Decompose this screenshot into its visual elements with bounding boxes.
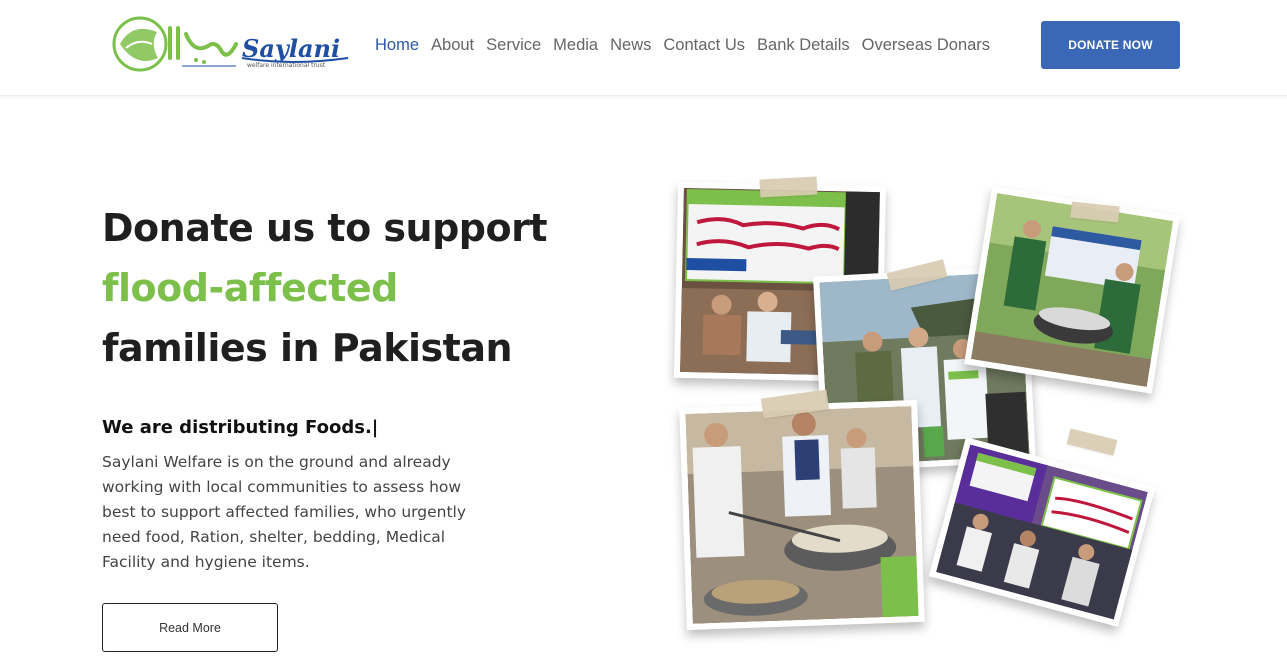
- saylani-logo[interactable]: Saylani welfare international trust: [112, 14, 352, 76]
- nav-item-bank-details[interactable]: Bank Details: [757, 36, 850, 55]
- cooking-illustration: [970, 193, 1174, 387]
- main-nav: Home About Service Media News Contact Us Bank …: [375, 34, 990, 56]
- nav-item-home[interactable]: Home: [375, 36, 419, 55]
- collage-photo-food-pots: [679, 399, 925, 631]
- food-pots-illustration: [685, 406, 919, 624]
- read-more-button[interactable]: Read More: [102, 603, 278, 652]
- hero-description: Saylani Welfare is on the ground and alr…: [102, 453, 467, 571]
- hero-title: Donate us to support flood-affected fami…: [102, 198, 622, 378]
- nav-item-contact-us[interactable]: Contact Us: [663, 36, 745, 55]
- nav-item-news[interactable]: News: [610, 36, 651, 55]
- site-header: Saylani welfare international trust Home…: [0, 0, 1287, 96]
- nav-item-overseas-donars[interactable]: Overseas Donars: [862, 36, 990, 55]
- logo-tagline: welfare international trust: [247, 62, 326, 69]
- tape-strip: [759, 176, 818, 198]
- nav-item-service[interactable]: Service: [486, 36, 541, 55]
- nav-item-about[interactable]: About: [431, 36, 474, 55]
- logo-wordmark: Saylani: [242, 34, 341, 63]
- hero-title-line-3: families in Pakistan: [102, 326, 513, 370]
- donate-now-button[interactable]: DONATE NOW: [1041, 21, 1180, 69]
- hero-title-line-1: Donate us to support: [102, 206, 548, 250]
- crowd-illustration: [936, 444, 1148, 620]
- tape-strip: [1066, 428, 1118, 456]
- hero-title-highlight: flood-affected: [102, 266, 398, 310]
- typewriter-subhead: We are distributing Foods.|: [102, 417, 379, 438]
- collage-photo-crowd: [928, 437, 1156, 627]
- nav-item-media[interactable]: Media: [553, 36, 598, 55]
